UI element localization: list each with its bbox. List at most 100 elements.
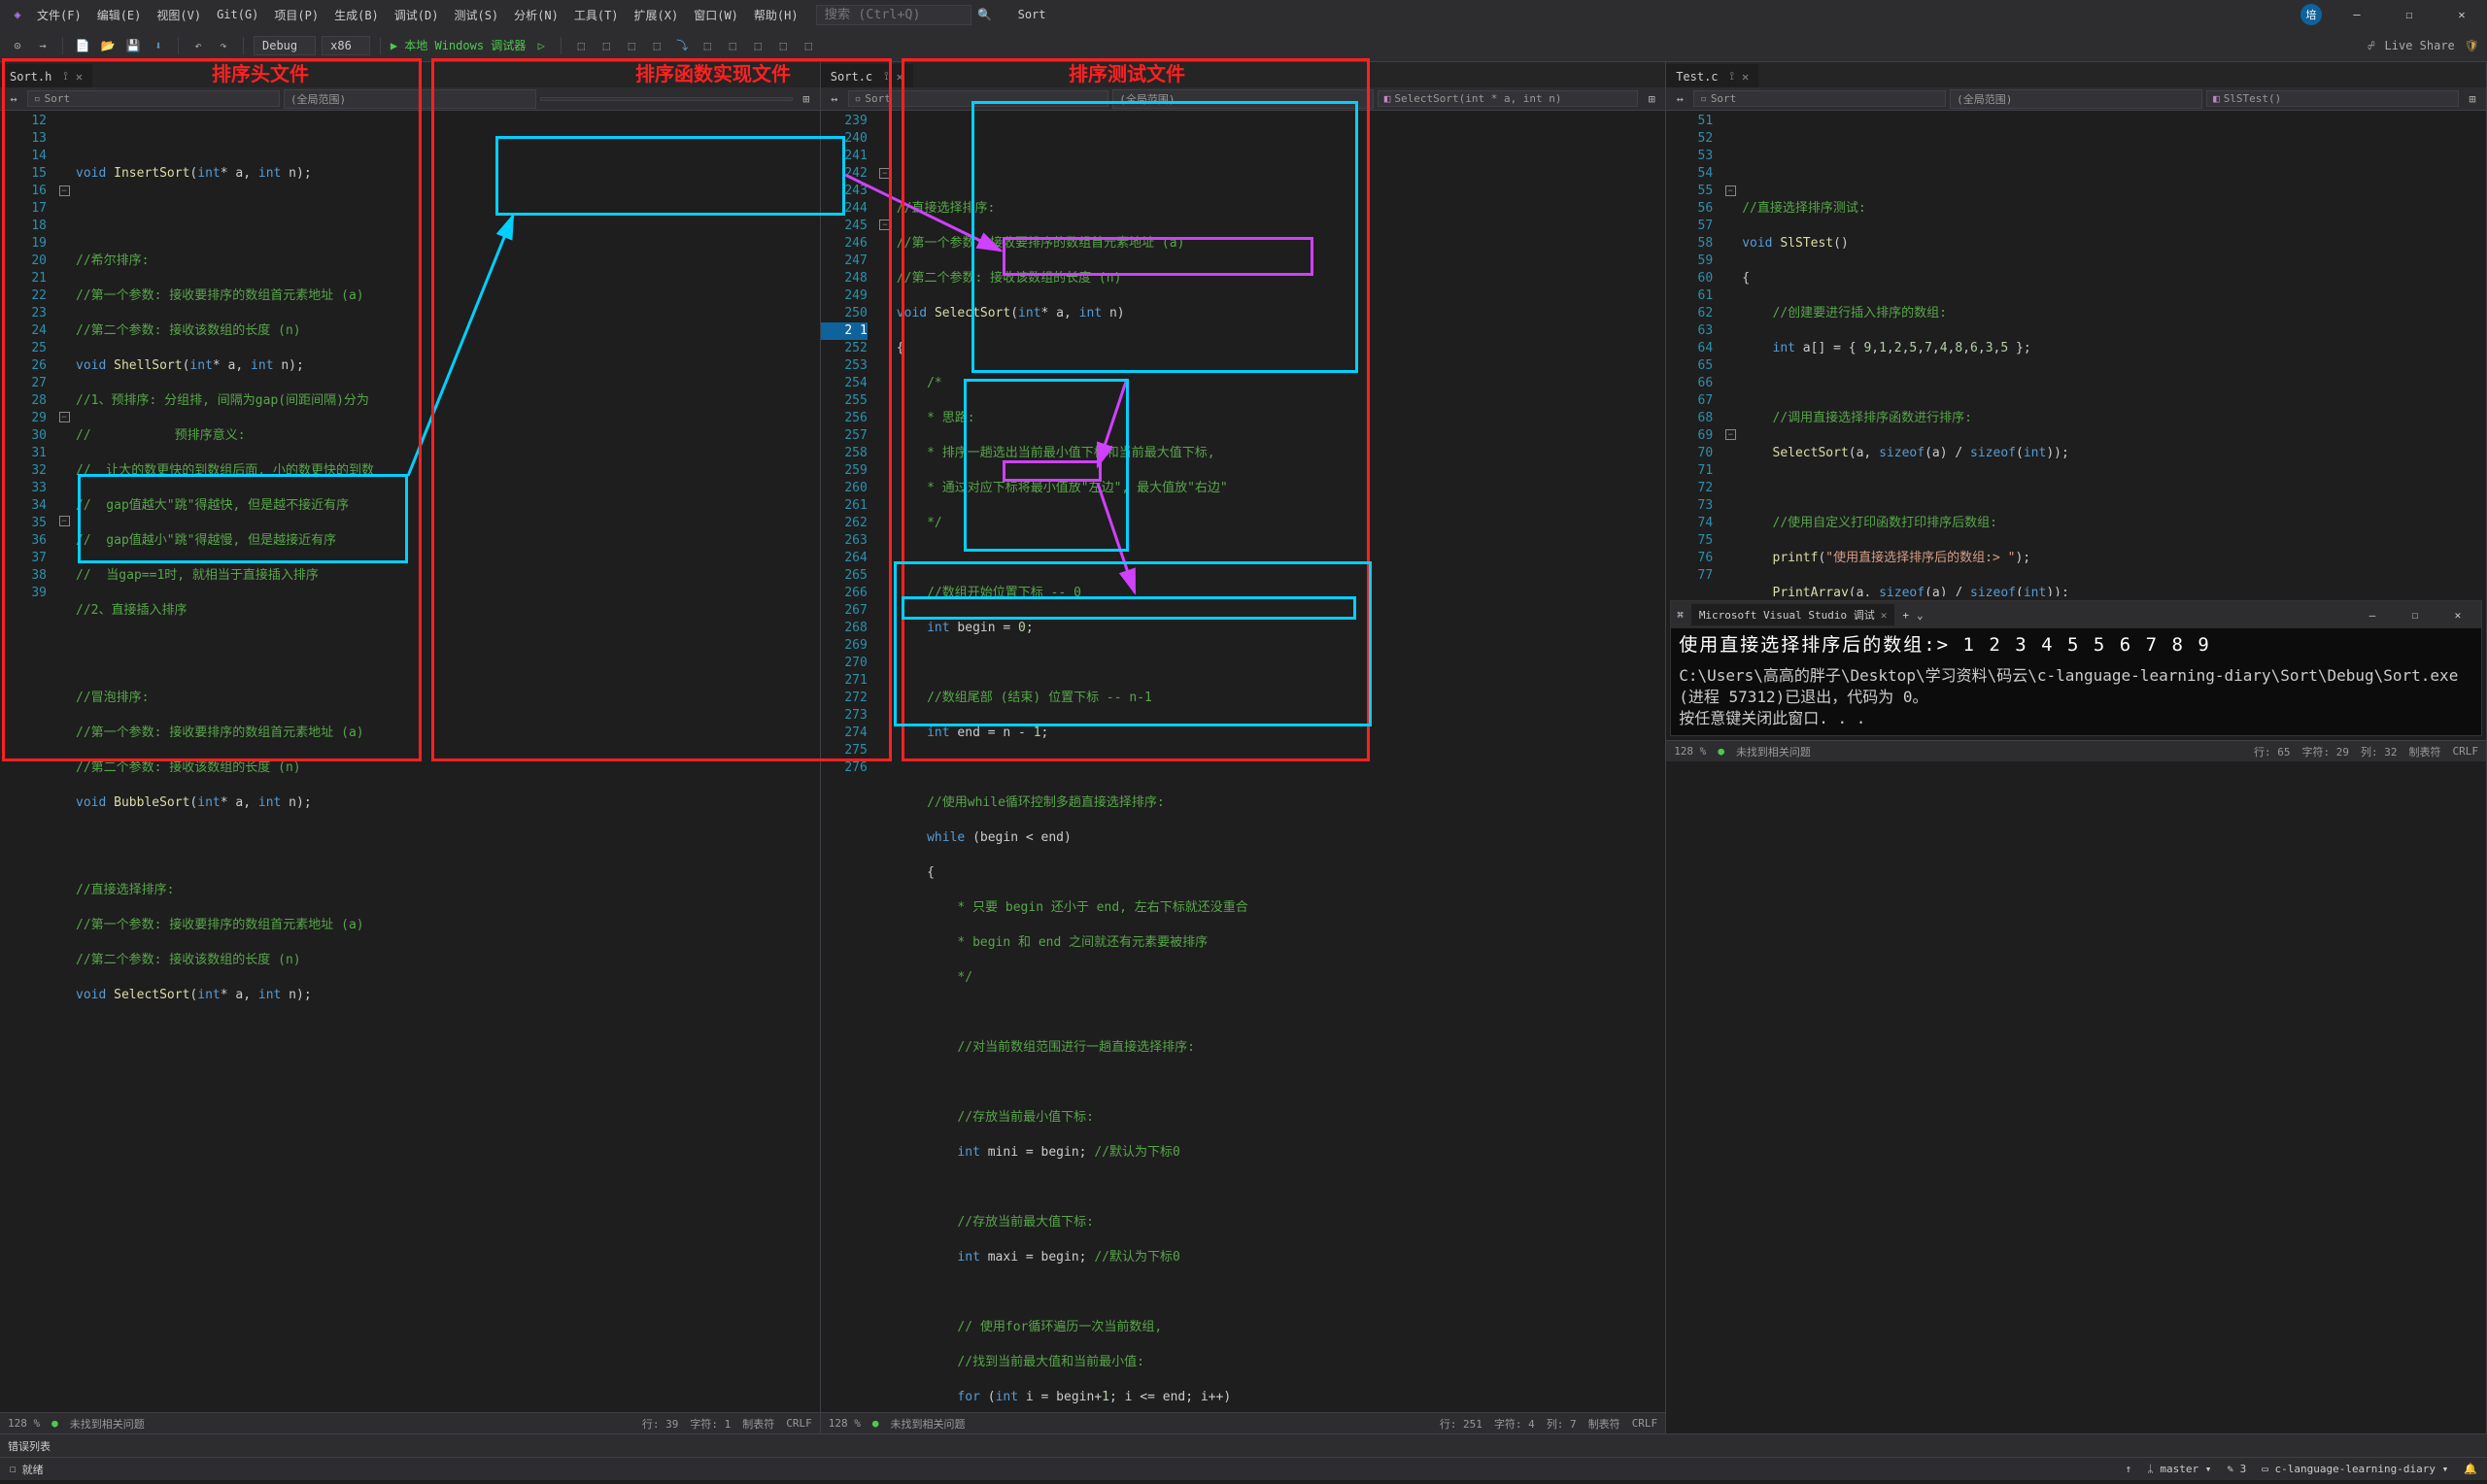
close-tab-icon[interactable]: ✕ bbox=[897, 70, 903, 84]
open-icon[interactable]: 📂 bbox=[98, 36, 118, 55]
console-tab[interactable]: Microsoft Visual Studio 调试 ✕ bbox=[1691, 604, 1895, 625]
nav-member-dropdown[interactable]: ◧ SelectSort(int * a, int n) bbox=[1378, 90, 1638, 107]
toolbar-icon-e[interactable]: ⤵ bbox=[672, 36, 692, 55]
live-share-button[interactable]: Live Share bbox=[2385, 39, 2455, 52]
console-close[interactable]: ✕ bbox=[2440, 603, 2475, 626]
console-min[interactable]: — bbox=[2355, 603, 2390, 626]
cursor-char: 字符: 4 bbox=[1494, 1416, 1535, 1432]
fold-toggle[interactable]: − bbox=[879, 219, 890, 230]
nav-scope-dropdown[interactable]: (全局范围) bbox=[1950, 89, 2202, 109]
toolbar-icon-g[interactable]: ⬚ bbox=[723, 36, 742, 55]
fold-toggle[interactable]: − bbox=[59, 186, 70, 196]
fold-toggle[interactable]: − bbox=[1725, 429, 1736, 440]
menu-analyze[interactable]: 分析(N) bbox=[508, 7, 564, 23]
admin-icon[interactable]: 🛡 bbox=[2465, 39, 2479, 52]
nav-member-dropdown[interactable] bbox=[540, 97, 793, 101]
toolbar-icon-a[interactable]: ⬚ bbox=[571, 36, 591, 55]
nav-switch-icon[interactable]: ↔ bbox=[4, 89, 23, 109]
git-repo[interactable]: ▭ c-language-learning-diary ▾ bbox=[2262, 1463, 2448, 1475]
menu-view[interactable]: 视图(V) bbox=[151, 7, 207, 23]
close-tab-icon[interactable]: ✕ bbox=[1742, 70, 1749, 84]
nav-fwd-icon[interactable]: → bbox=[33, 36, 52, 55]
start-debug-button[interactable]: ▶ 本地 Windows 调试器 bbox=[391, 37, 526, 53]
toolbar-icon-b[interactable]: ⬚ bbox=[596, 36, 616, 55]
window-minimize[interactable]: — bbox=[2339, 3, 2374, 26]
menu-test[interactable]: 测试(S) bbox=[448, 7, 504, 23]
menu-debug[interactable]: 调试(D) bbox=[389, 7, 445, 23]
search-input[interactable] bbox=[816, 5, 971, 25]
fold-toggle[interactable]: − bbox=[879, 168, 890, 179]
zoom-level[interactable]: 128 % bbox=[829, 1417, 861, 1430]
menu-build[interactable]: 生成(B) bbox=[328, 7, 385, 23]
close-tab-icon[interactable]: ✕ bbox=[76, 70, 83, 84]
menu-project[interactable]: 项目(P) bbox=[268, 7, 324, 23]
nav-switch-icon[interactable]: ↔ bbox=[825, 89, 844, 109]
config-dropdown[interactable]: Debug bbox=[254, 36, 316, 55]
tab-sort-c[interactable]: Sort.c ⟟ ✕ bbox=[821, 64, 913, 87]
tab-sort-h[interactable]: Sort.h ⟟ ✕ bbox=[0, 64, 92, 87]
close-tab-icon[interactable]: ✕ bbox=[1881, 609, 1888, 622]
save-all-icon[interactable]: ⬇ bbox=[149, 36, 168, 55]
nav-project-dropdown[interactable]: ▫Sort bbox=[848, 90, 1108, 107]
code-editor[interactable]: 12131415 16171819 20212223 24252627 2829… bbox=[0, 111, 820, 1412]
error-list-panel[interactable]: 错误列表 bbox=[0, 1433, 2487, 1457]
nav-project-dropdown[interactable]: ▫Sort bbox=[1693, 90, 1946, 107]
toolbar-icon-h[interactable]: ⬚ bbox=[748, 36, 767, 55]
save-icon[interactable]: 💾 bbox=[123, 36, 143, 55]
nav-member-dropdown[interactable]: ◧ SlSTest() bbox=[2206, 90, 2459, 107]
split-icon[interactable]: ⊞ bbox=[2463, 89, 2482, 109]
menu-git[interactable]: Git(G) bbox=[211, 8, 264, 21]
source-control-up-icon[interactable]: ↑ bbox=[2125, 1463, 2131, 1475]
window-close[interactable]: ✕ bbox=[2444, 3, 2479, 26]
notifications-icon[interactable]: 🔔 bbox=[2464, 1463, 2477, 1475]
toolbar-icon-j[interactable]: ⬚ bbox=[799, 36, 818, 55]
menu-tools[interactable]: 工具(T) bbox=[568, 7, 625, 23]
menu-window[interactable]: 窗口(W) bbox=[688, 7, 744, 23]
pin-icon[interactable]: ⟟ bbox=[1730, 69, 1734, 84]
menu-help[interactable]: 帮助(H) bbox=[748, 7, 804, 23]
user-avatar[interactable]: 培 bbox=[2300, 4, 2322, 25]
nav-scope-dropdown[interactable]: (全局范围) bbox=[284, 89, 536, 109]
live-share-icon[interactable]: ☍ bbox=[2368, 39, 2374, 52]
output-icon[interactable]: ☐ bbox=[10, 1463, 17, 1475]
run-without-debug-icon[interactable]: ▷ bbox=[531, 36, 551, 55]
code-editor[interactable]: 51525354 55565758 59606162 63646566 6768… bbox=[1666, 111, 2486, 596]
new-file-icon[interactable]: 📄 bbox=[73, 36, 92, 55]
nav-back-icon[interactable]: ⊙ bbox=[8, 36, 27, 55]
app-title: Sort bbox=[1018, 8, 1046, 21]
status-ready: 就绪 bbox=[22, 1462, 44, 1477]
undo-icon[interactable]: ↶ bbox=[188, 36, 208, 55]
window-maximize[interactable]: ☐ bbox=[2392, 3, 2427, 26]
menu-extensions[interactable]: 扩展(X) bbox=[629, 7, 685, 23]
menu-edit[interactable]: 编辑(E) bbox=[91, 7, 148, 23]
platform-dropdown[interactable]: x86 bbox=[322, 36, 370, 55]
tab-dropdown-icon[interactable]: ⌄ bbox=[1917, 609, 1924, 622]
console-max[interactable]: ☐ bbox=[2398, 603, 2433, 626]
zoom-level[interactable]: 128 % bbox=[1674, 745, 1706, 758]
fold-toggle[interactable]: − bbox=[59, 412, 70, 422]
code-editor[interactable]: 239240241242 243244245246 247248249250 2… bbox=[821, 111, 1665, 1412]
toolbar-icon-i[interactable]: ⬚ bbox=[773, 36, 793, 55]
tab-test-c[interactable]: Test.c ⟟ ✕ bbox=[1666, 64, 1758, 87]
main-toolbar: ⊙ → 📄 📂 💾 ⬇ ↶ ↷ Debug x86 ▶ 本地 Windows 调… bbox=[0, 29, 2487, 62]
toolbar-icon-f[interactable]: ⬚ bbox=[698, 36, 717, 55]
toolbar-icon-d[interactable]: ⬚ bbox=[647, 36, 666, 55]
nav-project-dropdown[interactable]: ▫Sort bbox=[27, 90, 280, 107]
git-branch[interactable]: ᛦ master ▾ bbox=[2147, 1463, 2211, 1475]
menu-file[interactable]: 文件(F) bbox=[31, 7, 87, 23]
nav-switch-icon[interactable]: ↔ bbox=[1670, 89, 1689, 109]
fold-toggle[interactable]: − bbox=[59, 516, 70, 526]
split-icon[interactable]: ⊞ bbox=[797, 89, 816, 109]
pin-icon[interactable]: ⟟ bbox=[884, 69, 888, 84]
redo-icon[interactable]: ↷ bbox=[214, 36, 233, 55]
git-changes[interactable]: ✎ 3 bbox=[2227, 1463, 2246, 1475]
cursor-col: 列: 7 bbox=[1547, 1416, 1577, 1432]
toolbar-icon-c[interactable]: ⬚ bbox=[622, 36, 641, 55]
nav-scope-dropdown[interactable]: (全局范围) bbox=[1112, 89, 1373, 109]
split-icon[interactable]: ⊞ bbox=[1642, 89, 1661, 109]
new-tab-icon[interactable]: + bbox=[1902, 609, 1909, 622]
search-icon[interactable]: 🔍 bbox=[975, 5, 995, 24]
fold-toggle[interactable]: − bbox=[1725, 186, 1736, 196]
pin-icon[interactable]: ⟟ bbox=[63, 69, 67, 84]
zoom-level[interactable]: 128 % bbox=[8, 1417, 40, 1430]
